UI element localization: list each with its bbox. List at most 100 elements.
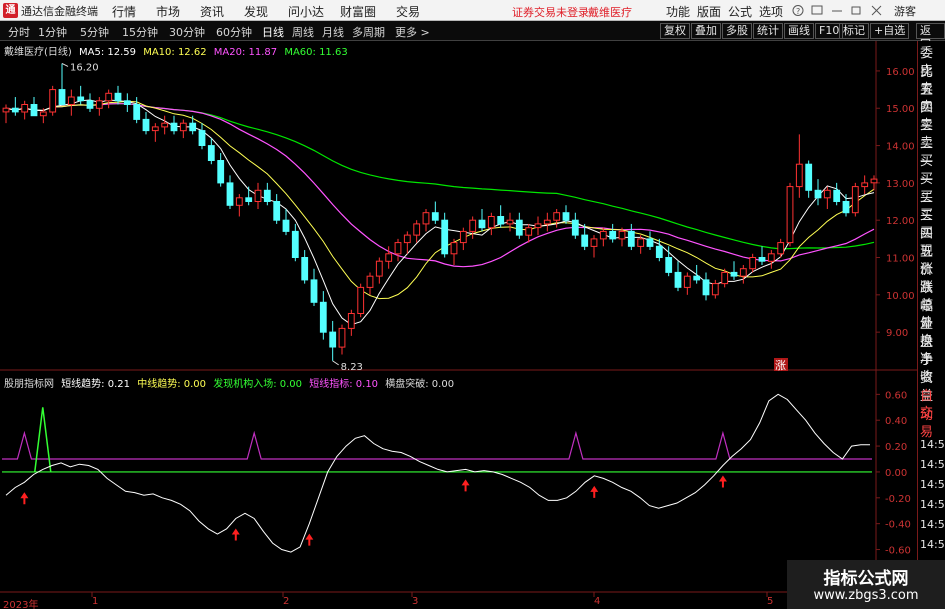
indicator-tick-label: 0.20 <box>885 442 907 453</box>
buy-arrow-icon <box>20 492 29 505</box>
indicator-legend: 股朋指标网 短线趋势: 0.21 中线趋势: 0.00 发现机构入场: 0.00… <box>4 375 458 390</box>
candle-body <box>95 100 103 109</box>
candle-body <box>310 279 318 303</box>
candle-body <box>282 219 290 232</box>
date-label-jan: 1 <box>92 596 99 607</box>
candle-body <box>431 212 439 221</box>
short-trend-line <box>5 393 870 553</box>
buy-arrow-icon <box>718 475 727 488</box>
candle-body <box>366 275 374 288</box>
ma60-line <box>5 103 875 250</box>
candle-body <box>245 197 253 203</box>
candle-body <box>385 253 393 262</box>
candle-body <box>86 100 94 109</box>
candle-body <box>749 257 757 270</box>
candle-body <box>683 275 691 288</box>
trade-time-3: 14:56 <box>920 498 945 511</box>
ma20-legend: MA20: 11.87 <box>213 47 278 58</box>
short-indicator-line <box>2 430 872 460</box>
short-indicator-legend: 短线指标: 0.10 <box>309 379 379 390</box>
candle-body <box>347 313 355 329</box>
candle-body <box>506 219 514 225</box>
candle-body <box>413 223 421 236</box>
candle-body <box>646 238 654 247</box>
price-tick-label: 11.00 <box>886 254 915 265</box>
indicator-tick-label: -0.20 <box>885 494 911 505</box>
short-trend-legend: 短线趋势: 0.21 <box>61 379 131 390</box>
candle-body <box>543 219 551 225</box>
candle-body <box>235 197 243 206</box>
candle-body <box>571 219 579 236</box>
candle-body <box>338 327 346 348</box>
ma5-legend: MA5: 12.59 <box>79 47 137 58</box>
limit-up-label: 涨 <box>775 359 786 372</box>
chart-canvas[interactable]: 16.0015.0014.0013.0012.0011.0010.009.000… <box>0 0 917 609</box>
date-label-mar: 3 <box>412 596 419 607</box>
candle-body <box>301 257 309 281</box>
candle-body <box>469 219 477 232</box>
indicator-tick-label: 0.00 <box>885 468 907 479</box>
high-marker <box>61 63 69 67</box>
candle-body <box>403 234 411 244</box>
candle-body <box>805 163 813 191</box>
candle-body <box>49 89 57 113</box>
price-tick-label: 10.00 <box>886 291 915 302</box>
candle-body <box>478 219 486 229</box>
trade-time-4: 14:56 <box>920 518 945 531</box>
mid-trend-legend: 中线趋势: 0.00 <box>137 379 207 390</box>
quote-panel: 委比 卖五 卖四 卖三 卖二 卖一 买一 买二 买三 买四 买五 现价 涨跌 涨幅 总量 外盘 换手 净资 收益 自动… <box>917 41 945 609</box>
candle-body <box>2 107 10 113</box>
back-button[interactable]: 返回 <box>916 23 945 51</box>
candle-body <box>786 186 794 244</box>
candle-body <box>637 238 645 247</box>
candle-body <box>721 271 729 285</box>
price-tick-label: 14.00 <box>886 142 915 153</box>
candle-body <box>525 227 533 236</box>
candle-body <box>142 118 150 132</box>
price-tick-label: 13.00 <box>886 179 915 190</box>
chart-title[interactable]: 戴维医疗(日线) <box>4 47 72 58</box>
candle-body <box>207 145 215 162</box>
candle-body <box>263 189 271 203</box>
candle-body <box>189 122 197 132</box>
breakout-legend: 横盘突破: 0.00 <box>385 379 455 390</box>
candle-body <box>329 331 337 348</box>
candle-body <box>198 130 206 147</box>
candle-body <box>105 92 113 102</box>
inst-entry-legend: 发现机构入场: 0.00 <box>213 379 303 390</box>
candle-body <box>151 126 159 132</box>
candle-body <box>739 268 747 277</box>
price-tick-label: 16.00 <box>886 67 915 78</box>
main-legend: 戴维医疗(日线) MA5: 12.59 MA10: 12.62 MA20: 11… <box>4 43 352 58</box>
candle-body <box>291 230 299 258</box>
candle-body <box>758 257 766 262</box>
trade-time-5: 14:56 <box>920 538 945 551</box>
candle-body <box>170 122 178 132</box>
date-label-2023: 2023年 <box>3 600 39 609</box>
candle-body <box>133 104 141 120</box>
candle-body <box>394 242 402 255</box>
indicator-tick-label: 0.40 <box>885 416 907 427</box>
trade-time-2: 14:56 <box>920 478 945 491</box>
ma10-legend: MA10: 12.62 <box>143 47 207 58</box>
ma5-line <box>5 99 875 326</box>
candle-body <box>711 283 719 296</box>
candle-body <box>562 212 570 221</box>
candle-body <box>553 212 561 221</box>
indicator-tick-label: 0.60 <box>885 390 907 401</box>
candle-body <box>665 257 673 273</box>
candle-body <box>11 107 19 113</box>
candle-body <box>870 178 878 184</box>
date-label-feb: 2 <box>283 596 290 607</box>
candle-body <box>833 189 841 203</box>
inst-entry-spike <box>34 407 52 472</box>
buy-arrow-icon <box>590 485 599 498</box>
candle-body <box>459 230 467 244</box>
candle-body <box>77 96 85 102</box>
trade-time-1: 14:56 <box>920 458 945 471</box>
candle-body <box>226 182 234 206</box>
candle-body <box>30 104 38 117</box>
candle-body <box>441 219 449 255</box>
candle-body <box>581 234 589 247</box>
indicator-name[interactable]: 股朋指标网 <box>4 379 54 390</box>
